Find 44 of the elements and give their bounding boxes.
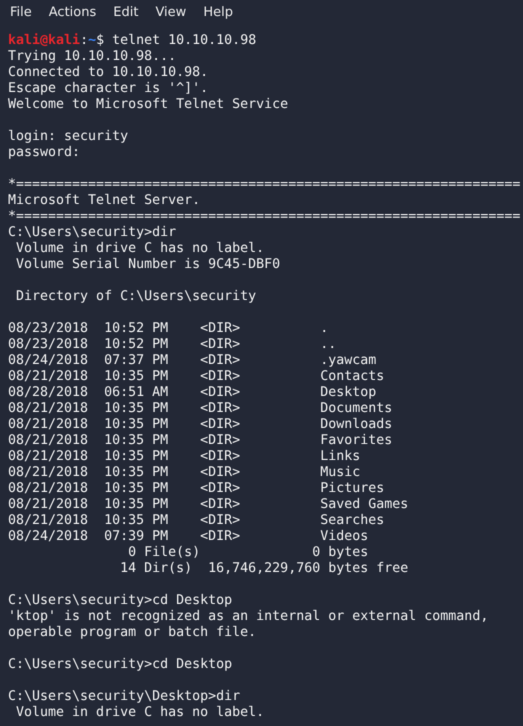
terminal-line: Connected to 10.10.10.98. [8,65,208,80]
prompt-separator: : [80,33,88,48]
terminal-line: C:\Users\security>cd Desktop [8,657,232,672]
terminal-line: *=============================================================== [8,177,520,192]
terminal-line: Volume Serial Number is 9C45-DBF0 [15,257,280,272]
terminal-line: 08/23/2018 10:52 PM <DIR> .. [8,337,336,352]
terminal-line: Welcome to Microsoft Telnet Service [8,97,288,112]
menu-item[interactable]: View [155,4,186,20]
terminal-line: 08/21/2018 10:35 PM <DIR> Saved Games [8,497,408,512]
terminal-line: Microsoft Telnet Server. [8,193,200,208]
menu-item[interactable]: Edit [113,4,138,20]
terminal-line: 08/24/2018 07:37 PM <DIR> .yawcam [8,353,376,368]
menu-item[interactable]: Help [203,4,233,20]
terminal-line: 'ktop' is not recognized as an internal or external command, [8,609,488,624]
terminal-line: 08/21/2018 10:35 PM <DIR> Favorites [8,433,392,448]
terminal-line: Volume in drive C has no label. [15,241,264,256]
terminal-line: operable program or batch file. [8,625,256,640]
terminal-line: password: [8,145,80,160]
terminal-line: C:\Users\security>cd Desktop [8,593,232,608]
command-text: $ telnet 10.10.10.98 [96,33,256,48]
menu-item[interactable]: File [10,4,32,20]
terminal-line: 08/21/2018 10:35 PM <DIR> Pictures [8,481,384,496]
terminal-line: Volume in drive C has no label. [15,705,264,720]
terminal-line: 08/21/2018 10:35 PM <DIR> Contacts [8,369,384,384]
terminal-line: 14 Dir(s) 16,746,229,760 bytes free [119,561,408,576]
terminal-line: 08/21/2018 10:35 PM <DIR> Documents [8,401,392,416]
terminal-line: *=============================================================== [8,209,520,224]
prompt-directory: ~ [88,33,96,48]
terminal-line: 08/24/2018 07:39 PM <DIR> Videos [8,529,368,544]
menu-item[interactable]: Actions [48,4,96,20]
terminal-line: C:\Users\security>dir [8,225,176,240]
terminal-line: 08/21/2018 10:35 PM <DIR> Downloads [8,417,392,432]
terminal-line: C:\Users\security\Desktop>dir [8,689,240,704]
terminal-line: 08/21/2018 10:35 PM <DIR> Music [8,465,360,480]
terminal-line: 0 File(s) 0 bytes [127,545,368,560]
terminal-line: 08/28/2018 06:51 AM <DIR> Desktop [8,385,376,400]
terminal-line: Directory of C:\Users\security [15,289,256,304]
terminal-line: 08/21/2018 10:35 PM <DIR> Searches [8,513,384,528]
terminal-line: 08/21/2018 10:35 PM <DIR> Links [8,449,360,464]
prompt-user-host: kali@kali [8,33,80,48]
terminal-line: login: security [8,129,128,144]
terminal-line: Escape character is '^]'. [8,81,208,96]
terminal-line: 08/23/2018 10:52 PM <DIR> . [8,321,328,336]
terminal-line: Trying 10.10.10.98... [8,49,176,64]
